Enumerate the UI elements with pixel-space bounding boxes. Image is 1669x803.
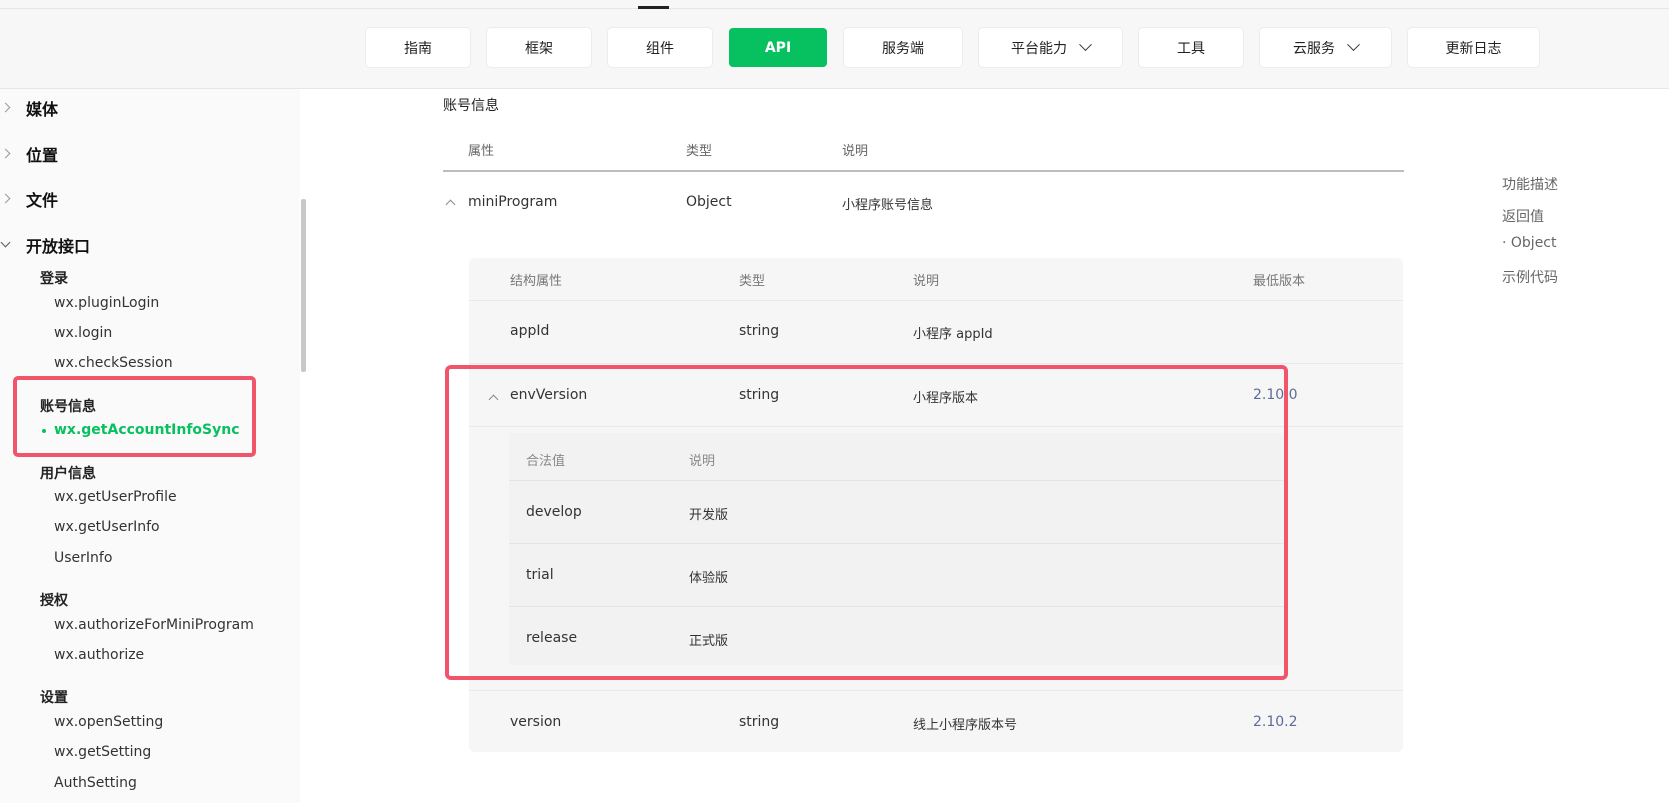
divider: [469, 300, 1403, 301]
sidebar-item-authorize-for-miniprogram[interactable]: wx.authorizeForMiniProgram: [54, 617, 254, 633]
sidebar-item-authorize[interactable]: wx.authorize: [54, 647, 144, 663]
nav-cloud[interactable]: 云服务: [1260, 28, 1391, 67]
struct-row-name: version: [510, 714, 562, 730]
nav-api[interactable]: API: [729, 28, 827, 67]
version-link[interactable]: 2.10.2: [1253, 714, 1298, 730]
nav-label: 指南: [404, 40, 432, 57]
nav-changelog[interactable]: 更新日志: [1408, 28, 1539, 67]
nav-guide[interactable]: 指南: [366, 28, 470, 67]
highlight-box-main: [445, 365, 1288, 680]
collapse-caret-icon[interactable]: [445, 199, 456, 210]
chevron-down-icon: [1079, 38, 1092, 52]
column-header-property: 属性: [468, 144, 495, 159]
sidebar-category-media[interactable]: 媒体: [0, 96, 58, 120]
struct-header-min-version: 最低版本: [1253, 274, 1306, 289]
category-label: 媒体: [26, 100, 59, 119]
column-header-type: 类型: [686, 144, 713, 159]
sidebar-category-location[interactable]: 位置: [0, 142, 58, 166]
sidebar-category-open-api[interactable]: 开放接口: [0, 233, 90, 257]
divider: [469, 690, 1403, 691]
nav-tools[interactable]: 工具: [1139, 28, 1243, 67]
top-nav: 指南 框架 组件 API 服务端 平台能力 工具 云服务 更新日志: [0, 0, 1669, 89]
sidebar-item-get-setting[interactable]: wx.getSetting: [54, 744, 151, 760]
sidebar-group-login: 登录: [40, 271, 68, 287]
struct-header-property: 结构属性: [510, 274, 563, 289]
struct-header-desc: 说明: [913, 274, 940, 289]
nav-label: API: [764, 39, 792, 56]
struct-row-type: string: [739, 714, 780, 730]
nav-label: 云服务: [1293, 40, 1335, 57]
highlight-box-sidebar: [13, 376, 256, 457]
sidebar-scroll-thumb[interactable]: [301, 199, 306, 372]
divider: [469, 363, 1403, 364]
sidebar-item-get-user-profile[interactable]: wx.getUserProfile: [54, 489, 177, 505]
nav-label: 工具: [1177, 40, 1205, 57]
sidebar-item-open-setting[interactable]: wx.openSetting: [54, 714, 163, 730]
row-type-object: Object: [686, 194, 732, 210]
sidebar-group-auth: 授权: [40, 593, 68, 609]
chevron-down-icon: [1347, 38, 1360, 52]
table-header-divider: [443, 170, 1404, 172]
sidebar-item-auth-setting[interactable]: AuthSetting: [54, 775, 137, 791]
struct-header-type: 类型: [739, 274, 766, 289]
nav-platform[interactable]: 平台能力: [979, 28, 1122, 67]
nav-framework[interactable]: 框架: [487, 28, 591, 67]
struct-row-name: appId: [510, 323, 550, 339]
section-title: 账号信息: [443, 98, 499, 114]
sidebar-item-login[interactable]: wx.login: [54, 325, 112, 341]
category-label: 文件: [26, 191, 59, 210]
toc-item-return[interactable]: 返回值: [1502, 206, 1544, 226]
toc-item-example[interactable]: 示例代码: [1502, 267, 1558, 287]
nav-label: 组件: [646, 40, 674, 57]
sidebar-item-check-session[interactable]: wx.checkSession: [54, 355, 173, 371]
toc-item-description[interactable]: 功能描述: [1502, 174, 1558, 194]
nav-server[interactable]: 服务端: [844, 28, 962, 67]
sidebar-item-userinfo[interactable]: UserInfo: [54, 550, 112, 566]
column-header-desc: 说明: [842, 144, 869, 159]
sidebar-scrollbar[interactable]: [300, 89, 308, 803]
sidebar-item-plugin-login[interactable]: wx.pluginLogin: [54, 295, 159, 311]
struct-row-desc: 小程序 appId: [913, 327, 993, 342]
row-desc: 小程序账号信息: [842, 198, 934, 213]
top-divider: [0, 8, 1669, 9]
struct-row-type: string: [739, 323, 780, 339]
sidebar-item-get-user-info[interactable]: wx.getUserInfo: [54, 519, 160, 535]
chevron-down-icon: [0, 238, 22, 252]
category-label: 位置: [26, 146, 59, 165]
nav-label: 平台能力: [1011, 40, 1067, 57]
chevron-right-icon: [0, 147, 22, 161]
nav-label: 服务端: [882, 40, 924, 57]
row-name-miniprogram: miniProgram: [468, 194, 558, 210]
active-indicator: [638, 6, 669, 9]
sidebar-category-file[interactable]: 文件: [0, 187, 58, 211]
sidebar-group-settings: 设置: [40, 690, 68, 706]
toc-item-object[interactable]: · Object: [1502, 235, 1557, 251]
nav-components[interactable]: 组件: [608, 28, 712, 67]
chevron-right-icon: [0, 101, 22, 115]
chevron-right-icon: [0, 192, 22, 206]
sidebar-group-user: 用户信息: [40, 466, 96, 482]
nav-label: 更新日志: [1445, 40, 1502, 57]
category-label: 开放接口: [26, 237, 91, 256]
struct-row-desc: 线上小程序版本号: [913, 718, 1018, 733]
nav-label: 框架: [525, 40, 553, 57]
